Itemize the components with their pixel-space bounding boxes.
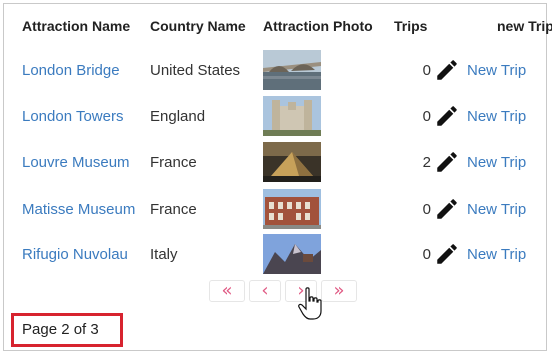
new-trip-link[interactable]: New Trip: [467, 201, 526, 218]
new-trip-link[interactable]: New Trip: [467, 154, 526, 171]
header-country-name[interactable]: Country Name: [150, 18, 246, 34]
header-new-trip: new Trip: [497, 18, 552, 34]
header-attraction-name[interactable]: Attraction Name: [22, 18, 130, 34]
attractions-grid-panel: Attraction Name Country Name Attraction …: [3, 3, 552, 351]
country-name: France: [150, 154, 197, 171]
new-trip-link[interactable]: New Trip: [467, 246, 526, 263]
museum-photo-icon: [263, 189, 321, 229]
attraction-name-link[interactable]: Rifugio Nuvolau: [22, 246, 128, 263]
attraction-name-link[interactable]: London Bridge: [22, 62, 120, 79]
country-name: France: [150, 201, 197, 218]
trips-count: 0: [422, 108, 431, 125]
trips-count: 0: [422, 246, 431, 263]
last-page-button[interactable]: »: [321, 280, 357, 302]
country-name: United States: [150, 62, 241, 79]
hand-cursor-icon: [298, 287, 322, 320]
attraction-name-link[interactable]: Louvre Museum: [22, 154, 130, 171]
pencil-icon[interactable]: [434, 196, 460, 222]
new-trip-link[interactable]: New Trip: [467, 108, 526, 125]
pencil-icon[interactable]: [434, 241, 460, 267]
country-name: England: [150, 108, 206, 125]
mountain-photo-icon: [263, 234, 321, 274]
tower-photo-icon: [263, 96, 321, 136]
page-indicator: Page 2 of 3: [11, 313, 123, 347]
attraction-name-link[interactable]: Matisse Museum: [22, 201, 135, 218]
trips-count: 0: [422, 201, 431, 218]
first-page-button[interactable]: «: [209, 280, 245, 302]
bridge-photo-icon: [263, 50, 321, 90]
pagination: « ‹ › »: [209, 280, 357, 302]
country-name: Italy: [150, 246, 178, 263]
pencil-icon[interactable]: [434, 103, 460, 129]
attraction-name-link[interactable]: London Towers: [22, 108, 123, 125]
trips-count: 0: [422, 62, 431, 79]
trips-count: 2: [422, 154, 431, 171]
pencil-icon[interactable]: [434, 57, 460, 83]
header-trips[interactable]: Trips: [394, 18, 427, 34]
pencil-icon[interactable]: [434, 149, 460, 175]
header-attraction-photo: Attraction Photo: [263, 18, 373, 34]
prev-page-button[interactable]: ‹: [249, 280, 281, 302]
pyramid-photo-icon: [263, 142, 321, 182]
new-trip-link[interactable]: New Trip: [467, 62, 526, 79]
